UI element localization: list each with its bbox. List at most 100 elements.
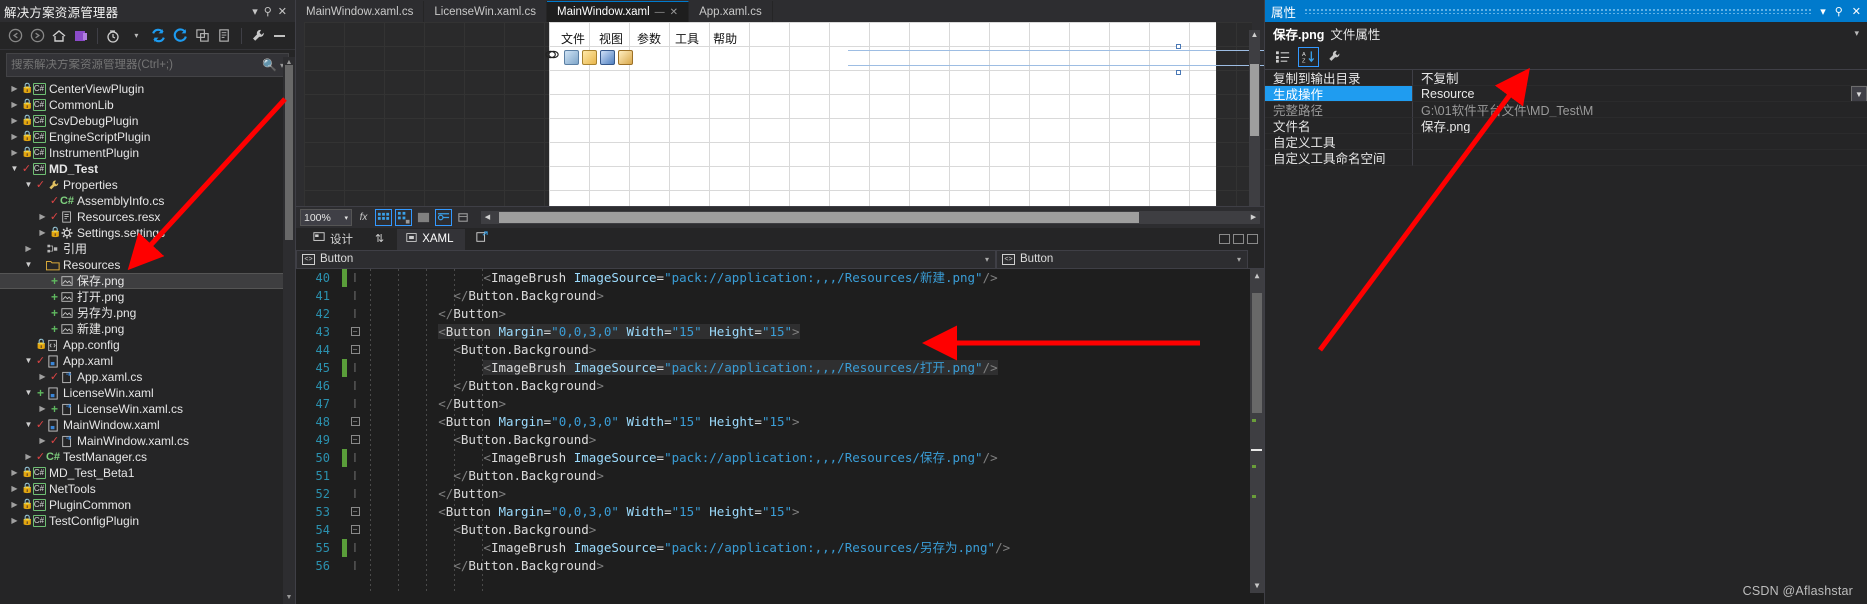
fold-toggle[interactable]: − bbox=[347, 431, 363, 449]
vertical-split-icon[interactable] bbox=[1219, 234, 1230, 244]
solution-tree[interactable]: ▶ 🔒 C# CenterViewPlugin ▶ 🔒 C# CommonLib ▶ 🔒 C# Csv… bbox=[0, 79, 295, 604]
collapsed-twisty-icon[interactable]: ▶ bbox=[8, 97, 21, 113]
tree-item-licensewin.xaml.cs[interactable]: ▶ + LicenseWin.xaml.cs bbox=[0, 401, 295, 417]
code-line-56[interactable]: 56 | </Button.Background> bbox=[296, 557, 1264, 575]
property-row-0[interactable]: 复制到输出目录 不复制 bbox=[1265, 70, 1867, 86]
code-text[interactable]: <Button Margin="0,0,3,0" Width="15" Heig… bbox=[363, 413, 1264, 431]
collapsed-twisty-icon[interactable]: ▶ bbox=[8, 465, 21, 481]
expanded-twisty-icon[interactable]: ▼ bbox=[8, 161, 21, 177]
tree-item-.png[interactable]: + 打开.png bbox=[0, 289, 295, 305]
tree-item-mainwindow.xaml[interactable]: ▼ ✓ MainWindow.xaml bbox=[0, 417, 295, 433]
collapsed-twisty-icon[interactable]: ▶ bbox=[8, 129, 21, 145]
code-line-41[interactable]: 41 | </Button.Background> bbox=[296, 287, 1264, 305]
property-row-5[interactable]: 自定义工具命名空间 bbox=[1265, 150, 1867, 166]
code-text[interactable]: <Button.Background> bbox=[363, 431, 1264, 449]
search-input[interactable] bbox=[11, 59, 263, 71]
element-member-dropdown[interactable]: <> Button ▾ bbox=[996, 249, 1248, 269]
property-value[interactable]: 保存.png bbox=[1413, 118, 1867, 134]
collapsed-twisty-icon[interactable]: ▶ bbox=[22, 241, 35, 257]
designer-menu-item-4[interactable]: 帮助 bbox=[713, 30, 737, 47]
home-icon[interactable] bbox=[49, 25, 69, 47]
scroll-down-arrow[interactable]: ▼ bbox=[1250, 579, 1264, 593]
collapse-pane-icon[interactable] bbox=[1247, 234, 1258, 244]
forward-arrow-icon[interactable] bbox=[27, 25, 47, 47]
designer-menu-item-3[interactable]: 工具 bbox=[675, 30, 699, 47]
code-line-54[interactable]: 54 − <Button.Background> bbox=[296, 521, 1264, 539]
chevron-down-icon[interactable]: ▼ bbox=[1851, 86, 1867, 101]
code-text[interactable]: </Button.Background> bbox=[363, 557, 1264, 575]
scrollbar-thumb[interactable] bbox=[1250, 64, 1259, 136]
code-line-40[interactable]: 40 | <ImageBrush ImageSource="pack://appl… bbox=[296, 269, 1264, 287]
code-text[interactable]: <Button Margin="0,0,3,0" Width="15" Heig… bbox=[363, 503, 1264, 521]
property-row-2[interactable]: 完整路径 G:\01软件平台文件\MD_Test\M bbox=[1265, 102, 1867, 118]
refresh-icon[interactable] bbox=[171, 25, 191, 47]
element-scope-dropdown[interactable]: <> Button ▾ bbox=[296, 249, 996, 269]
selection-handle-bottom[interactable] bbox=[1176, 70, 1181, 75]
search-input-wrapper[interactable]: 🔍 ▾ bbox=[6, 53, 289, 77]
code-lines[interactable]: 40 | <ImageBrush ImageSource="pack://appl… bbox=[296, 269, 1264, 575]
code-text[interactable]: </Button.Background> bbox=[363, 467, 1264, 485]
collapsed-twisty-icon[interactable]: ▶ bbox=[36, 401, 49, 417]
tree-item-resources.resx[interactable]: ▶ ✓ Resources.resx bbox=[0, 209, 295, 225]
chevron-down-icon[interactable]: ▾ bbox=[126, 25, 146, 47]
property-value[interactable]: Resource ▼ bbox=[1413, 86, 1867, 102]
wrench-icon[interactable] bbox=[248, 25, 268, 47]
scroll-right-arrow[interactable]: ▶ bbox=[1247, 211, 1260, 224]
property-value[interactable]: 不复制 bbox=[1413, 70, 1867, 86]
code-vertical-scrollbar[interactable]: ▲ ▼ bbox=[1250, 269, 1264, 593]
collapsed-twisty-icon[interactable]: ▶ bbox=[8, 113, 21, 129]
designer-menu-item-0[interactable]: 文件 bbox=[561, 30, 585, 47]
tree-item-.png[interactable]: + 新建.png bbox=[0, 321, 295, 337]
view-tab-XAML[interactable]: XAML bbox=[397, 228, 465, 250]
designer-vertical-scrollbar[interactable]: ▲ bbox=[1249, 30, 1260, 206]
tree-item-md_test[interactable]: ▼ ✓ C# MD_Test bbox=[0, 161, 295, 177]
pending-changes-icon[interactable] bbox=[104, 25, 124, 47]
tree-item-app.config[interactable]: 🔒 App.config bbox=[0, 337, 295, 353]
collapsed-twisty-icon[interactable]: ▶ bbox=[36, 209, 49, 225]
effects-icon[interactable] bbox=[415, 209, 432, 226]
tree-item-testmanager.cs[interactable]: ▶ ✓ C# TestManager.cs bbox=[0, 449, 295, 465]
fold-toggle[interactable]: − bbox=[347, 503, 363, 521]
collapsed-twisty-icon[interactable]: ▶ bbox=[8, 481, 21, 497]
solution-explorer-scrollbar[interactable]: ▲ ▼ bbox=[283, 57, 295, 604]
snap-grid-icon[interactable] bbox=[395, 209, 412, 226]
tree-item-plugincommon[interactable]: ▶ 🔒 C# PluginCommon bbox=[0, 497, 295, 513]
designer-preview-toolbar[interactable] bbox=[545, 47, 633, 67]
scrollbar-thumb[interactable] bbox=[1252, 293, 1262, 413]
tree-item-app.xaml[interactable]: ▼ ✓ App.xaml bbox=[0, 353, 295, 369]
property-row-1[interactable]: 生成操作 Resource ▼ bbox=[1265, 86, 1867, 102]
tree-item-.png[interactable]: + 另存为.png bbox=[0, 305, 295, 321]
code-line-46[interactable]: 46 | </Button.Background> bbox=[296, 377, 1264, 395]
code-text[interactable]: <ImageBrush ImageSource="pack://applicat… bbox=[363, 539, 1264, 557]
split-layout-buttons[interactable] bbox=[1219, 234, 1258, 244]
fold-toggle[interactable]: − bbox=[347, 323, 363, 341]
tree-item-testconfigplugin[interactable]: ▶ 🔒 C# TestConfigPlugin bbox=[0, 513, 295, 529]
scroll-up-arrow[interactable]: ▲ bbox=[1249, 30, 1260, 39]
tree-item-commonlib[interactable]: ▶ 🔒 C# CommonLib bbox=[0, 97, 295, 113]
designer-horizontal-scrollbar[interactable]: ◀ ▶ bbox=[481, 211, 1260, 224]
property-value[interactable] bbox=[1413, 150, 1867, 166]
pin-icon[interactable]: ⚲ bbox=[264, 5, 272, 18]
tree-item-settings.settings[interactable]: ▶ 🔒 Settings.settings bbox=[0, 225, 295, 241]
tree-item-properties[interactable]: ▼ ✓ Properties bbox=[0, 177, 295, 193]
chevron-down-icon[interactable]: ▾ bbox=[1820, 5, 1826, 18]
pin-icon[interactable]: — bbox=[655, 7, 665, 18]
view-tab-swap-icon[interactable]: ⇅ bbox=[366, 229, 395, 249]
collapsed-twisty-icon[interactable]: ▶ bbox=[36, 369, 49, 385]
property-value[interactable]: G:\01软件平台文件\MD_Test\M bbox=[1413, 102, 1867, 118]
fold-toggle[interactable]: − bbox=[347, 413, 363, 431]
chevron-down-icon[interactable]: ▾ bbox=[1854, 28, 1859, 39]
property-pages-icon[interactable] bbox=[1323, 47, 1344, 67]
close-icon[interactable]: ✕ bbox=[278, 5, 287, 18]
grid-icon[interactable] bbox=[375, 209, 392, 226]
expanded-twisty-icon[interactable]: ▼ bbox=[22, 353, 35, 369]
view-tab-设计[interactable]: 设计 bbox=[304, 228, 364, 251]
tree-item-csvdebugplugin[interactable]: ▶ 🔒 C# CsvDebugPlugin bbox=[0, 113, 295, 129]
search-icon[interactable]: 🔍 bbox=[262, 58, 277, 72]
document-tab-licensewinxamlcs[interactable]: LicenseWin.xaml.cs bbox=[424, 1, 547, 22]
new-icon[interactable] bbox=[564, 49, 579, 65]
selection-handle-top[interactable] bbox=[1176, 44, 1181, 49]
collapsed-twisty-icon[interactable]: ▶ bbox=[36, 433, 49, 449]
tree-item-enginescriptplugin[interactable]: ▶ 🔒 C# EngineScriptPlugin bbox=[0, 129, 295, 145]
code-line-47[interactable]: 47 | </Button> bbox=[296, 395, 1264, 413]
